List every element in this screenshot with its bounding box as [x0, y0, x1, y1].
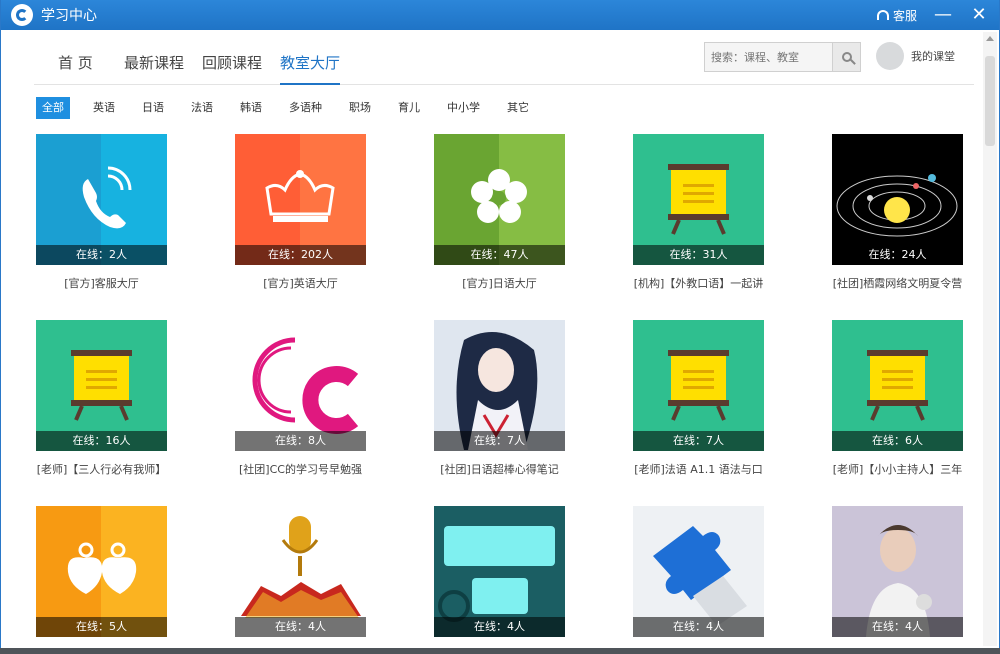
scrollbar-thumb[interactable]	[985, 56, 995, 146]
avatar[interactable]	[876, 42, 904, 70]
classroom-card[interactable]: 在线：6人 [老师]【小小主持人】三年	[832, 320, 963, 477]
classroom-thumbnail: 在线：2人	[36, 134, 167, 265]
search-box	[704, 42, 861, 72]
online-count: 在线：47人	[434, 245, 565, 265]
classroom-thumbnail: 在线：4人	[434, 506, 565, 637]
title-bar: 学习中心 客服 — ✕	[1, 0, 999, 30]
search-button[interactable]	[832, 43, 860, 71]
online-count: 在线：4人	[434, 617, 565, 637]
online-count: 在线：4人	[633, 617, 764, 637]
customer-service-label: 客服	[892, 8, 917, 23]
online-count: 在线：7人	[633, 431, 764, 451]
my-class-link[interactable]: 我的课堂	[911, 48, 955, 64]
category-k12[interactable]: 中小学	[443, 97, 484, 119]
category-japanese[interactable]: 日语	[138, 97, 168, 119]
tab-home[interactable]: 首 页	[58, 52, 93, 83]
classroom-name: [社团]CC的学习号早勉强	[239, 463, 362, 476]
online-count: 在线：7人	[434, 431, 565, 451]
search-icon	[841, 52, 852, 62]
app-logo-icon	[11, 4, 33, 26]
classroom-card[interactable]: 在线：4人	[434, 506, 565, 647]
category-parenting[interactable]: 育儿	[394, 97, 424, 119]
classroom-card[interactable]: 在线：5人	[36, 506, 167, 647]
online-count: 在线：24人	[832, 245, 963, 265]
classroom-thumbnail: 在线：6人	[832, 320, 963, 451]
category-other[interactable]: 其它	[503, 97, 533, 119]
classroom-thumbnail: 在线：7人	[633, 320, 764, 451]
minimize-button[interactable]: —	[933, 6, 953, 24]
classroom-thumbnail: 在线：4人	[832, 506, 963, 637]
classroom-thumbnail: 在线：5人	[36, 506, 167, 637]
classroom-thumbnail: 在线：31人	[633, 134, 764, 265]
classroom-card[interactable]: 在线：202人 [官方]英语大厅	[235, 134, 366, 291]
online-count: 在线：4人	[832, 617, 963, 637]
classroom-name: [官方]客服大厅	[64, 277, 139, 290]
tab-classroom-hall[interactable]: 教室大厅	[280, 52, 341, 85]
classroom-thumbnail: 在线：16人	[36, 320, 167, 451]
online-count: 在线：4人	[235, 617, 366, 637]
classroom-name: [社团]日语超棒心得笔记	[440, 463, 559, 476]
online-count: 在线：8人	[235, 431, 366, 451]
category-workplace[interactable]: 职场	[345, 97, 375, 119]
desktop-background	[0, 648, 1000, 654]
classroom-name: [机构]【外教口语】一起讲	[633, 277, 764, 290]
tab-latest-courses[interactable]: 最新课程	[124, 52, 184, 83]
classroom-thumbnail: 在线：8人	[235, 320, 366, 451]
classroom-card[interactable]: 在线：2人 [官方]客服大厅	[36, 134, 167, 291]
classroom-name: [社团]栖霞网络文明夏令营	[832, 277, 963, 290]
category-all[interactable]: 全部	[36, 97, 70, 119]
main-tabs: 首 页 最新课程 回顾课程 教室大厅 我的课堂	[34, 30, 974, 85]
customer-service-button[interactable]: 客服	[876, 7, 917, 24]
category-filter: 全部 英语 日语 法语 韩语 多语种 职场 育儿 中小学 其它	[36, 97, 552, 119]
classroom-card[interactable]: 在线：7人 [老师]法语 A1.1 语法与口	[633, 320, 764, 477]
classroom-name: [官方]英语大厅	[263, 277, 338, 290]
classroom-card[interactable]: 在线：4人	[832, 506, 963, 647]
online-count: 在线：5人	[36, 617, 167, 637]
online-count: 在线：6人	[832, 431, 963, 451]
classroom-card[interactable]: 在线：31人 [机构]【外教口语】一起讲	[633, 134, 764, 291]
classroom-card[interactable]: 在线：8人 [社团]CC的学习号早勉强	[235, 320, 366, 477]
search-input[interactable]	[705, 43, 832, 71]
online-count: 在线：31人	[633, 245, 764, 265]
vertical-scrollbar[interactable]	[983, 32, 997, 646]
classroom-card[interactable]: 在线：24人 [社团]栖霞网络文明夏令营	[832, 134, 963, 291]
headset-icon	[876, 10, 889, 20]
category-french[interactable]: 法语	[187, 97, 217, 119]
classroom-thumbnail: 在线：202人	[235, 134, 366, 265]
window-title: 学习中心	[41, 8, 97, 24]
classroom-name: [老师]法语 A1.1 语法与口	[634, 463, 763, 476]
category-korean[interactable]: 韩语	[236, 97, 266, 119]
scroll-up-icon[interactable]	[986, 36, 994, 41]
classroom-thumbnail: 在线：47人	[434, 134, 565, 265]
classroom-card[interactable]: 在线：16人 [老师]【三人行必有我师】	[36, 320, 167, 477]
online-count: 在线：16人	[36, 431, 167, 451]
close-button[interactable]: ✕	[969, 6, 989, 24]
online-count: 在线：202人	[235, 245, 366, 265]
classroom-name: [老师]【小小主持人】三年	[832, 463, 963, 476]
category-english[interactable]: 英语	[89, 97, 119, 119]
classroom-thumbnail: 在线：24人	[832, 134, 963, 265]
learning-center-window: 学习中心 客服 — ✕ 首 页 最新课程 回顾课程 教室大厅 我的课堂 全部 英…	[0, 0, 1000, 648]
classroom-thumbnail: 在线：4人	[235, 506, 366, 637]
classroom-card[interactable]: 在线：4人	[235, 506, 366, 647]
classroom-name: [官方]日语大厅	[462, 277, 537, 290]
online-count: 在线：2人	[36, 245, 167, 265]
classroom-name: [老师]【三人行必有我师】	[36, 463, 167, 476]
classroom-card[interactable]: 在线：47人 [官方]日语大厅	[434, 134, 565, 291]
tab-review-courses[interactable]: 回顾课程	[202, 52, 262, 83]
classroom-card[interactable]: 在线：4人	[633, 506, 764, 647]
main-content: 首 页 最新课程 回顾课程 教室大厅 我的课堂 全部 英语 日语 法语 韩语 多…	[9, 30, 977, 648]
classroom-card[interactable]: 在线：7人 [社团]日语超棒心得笔记	[434, 320, 565, 477]
classroom-thumbnail: 在线：4人	[633, 506, 764, 637]
category-multilingual[interactable]: 多语种	[285, 97, 326, 119]
classroom-thumbnail: 在线：7人	[434, 320, 565, 451]
